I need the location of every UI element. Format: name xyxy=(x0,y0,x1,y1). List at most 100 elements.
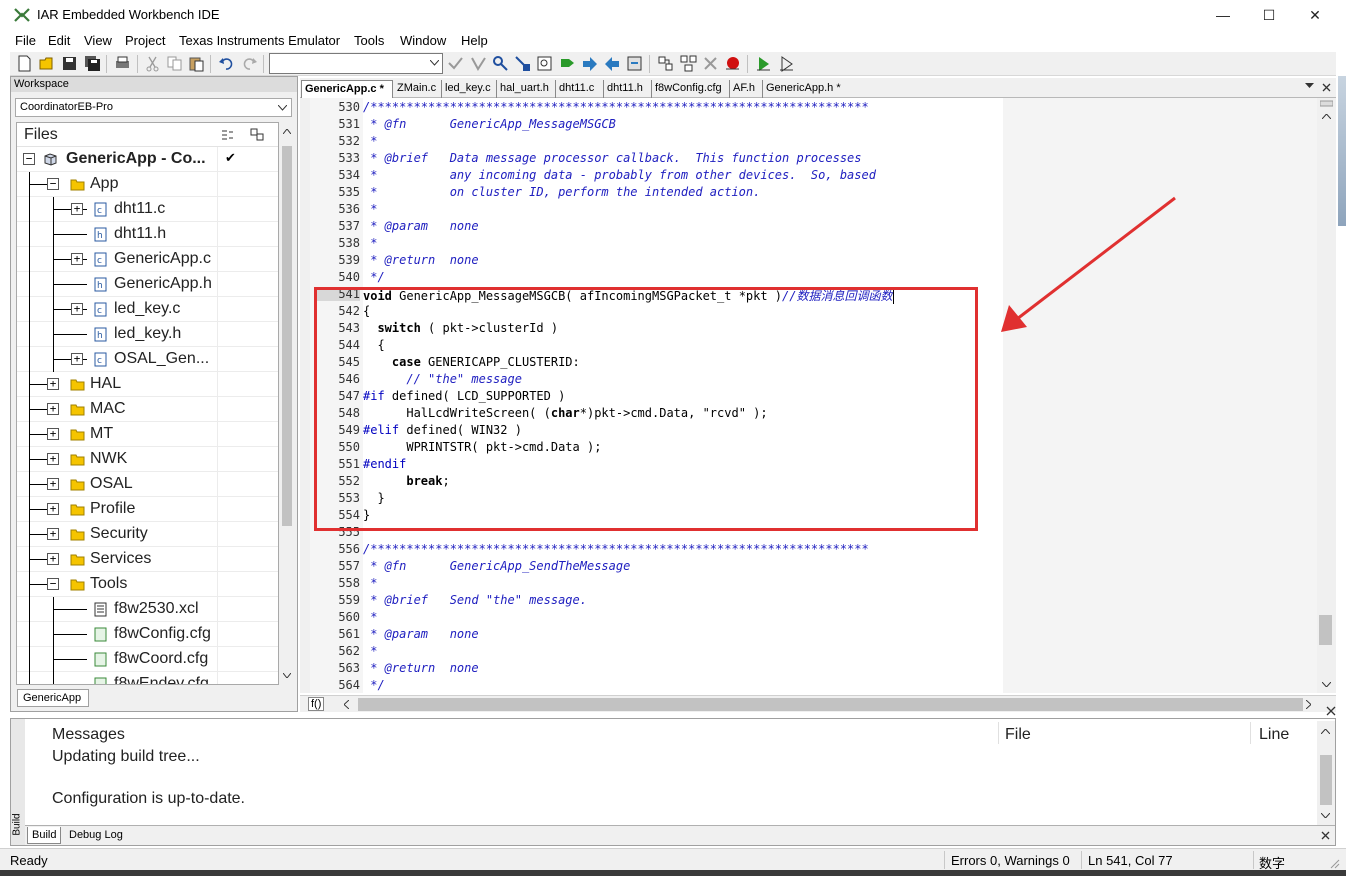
make-icon[interactable] xyxy=(680,55,697,72)
tree-item-tools[interactable]: − Tools xyxy=(17,572,278,597)
messages-scrollbar[interactable] xyxy=(1317,721,1335,825)
tree-item-dht11-h[interactable]: h dht11.h xyxy=(17,222,278,247)
collapse-icon[interactable]: − xyxy=(23,153,35,165)
expand-icon[interactable]: + xyxy=(71,353,83,365)
tree-item-genericapp-h[interactable]: h GenericApp.h xyxy=(17,272,278,297)
tab-debug-log[interactable]: Debug Log xyxy=(65,827,127,844)
close-panel-icon[interactable] xyxy=(1321,831,1330,840)
tree-item-f8wcoord-cfg[interactable]: f8wCoord.cfg xyxy=(17,647,278,672)
scroll-right-icon[interactable] xyxy=(1306,700,1311,709)
goto-bookmark-icon[interactable] xyxy=(470,55,487,72)
paste-icon[interactable] xyxy=(188,55,205,72)
tab-led-key-c[interactable]: led_key.c xyxy=(442,80,497,98)
tree-item-mt[interactable]: + MT xyxy=(17,422,278,447)
tree-item-f8w2530-xcl[interactable]: f8w2530.xcl xyxy=(17,597,278,622)
tree-item-mac[interactable]: + MAC xyxy=(17,397,278,422)
find-combo[interactable] xyxy=(269,53,443,74)
editor-vertical-scrollbar[interactable] xyxy=(1317,98,1336,693)
tree-item-f8wconfig-cfg[interactable]: f8wConfig.cfg xyxy=(17,622,278,647)
tab-hal-uart-h[interactable]: hal_uart.h xyxy=(497,80,556,98)
download-debug-icon[interactable] xyxy=(755,55,772,72)
expand-icon[interactable]: + xyxy=(47,553,59,565)
save-icon[interactable] xyxy=(61,55,78,72)
scroll-up-icon[interactable] xyxy=(283,129,291,134)
messages-column-header[interactable]: Messages xyxy=(52,726,125,744)
configuration-select[interactable]: CoordinatorEB-Pro xyxy=(15,98,292,117)
menu-tools[interactable]: Tools xyxy=(354,33,384,48)
scroll-up-icon[interactable] xyxy=(1321,729,1330,734)
menu-ti-emulator[interactable]: Texas Instruments Emulator xyxy=(179,33,340,48)
tree-item-app[interactable]: − App xyxy=(17,172,278,197)
goto-line-icon[interactable] xyxy=(536,55,553,72)
tab-build[interactable]: Build xyxy=(27,827,62,844)
tree-item-dht11-c[interactable]: + c dht11.c xyxy=(17,197,278,222)
scroll-thumb[interactable] xyxy=(282,146,292,526)
cut-icon[interactable] xyxy=(144,55,161,72)
menu-project[interactable]: Project xyxy=(125,33,165,48)
function-list-button[interactable]: f() xyxy=(308,697,325,711)
undo-icon[interactable] xyxy=(218,55,235,72)
expand-icon[interactable]: + xyxy=(71,303,83,315)
editor-horizontal-scrollbar[interactable]: f() xyxy=(300,695,1336,712)
compile-icon[interactable] xyxy=(657,55,674,72)
maximize-button[interactable]: ☐ xyxy=(1246,0,1292,30)
print-icon[interactable] xyxy=(114,55,131,72)
navigate-back-icon[interactable] xyxy=(604,55,621,72)
expand-icon[interactable]: + xyxy=(47,478,59,490)
redo-icon[interactable] xyxy=(241,55,258,72)
resize-grip-icon[interactable] xyxy=(1328,857,1340,869)
tab-dht11-c[interactable]: dht11.c xyxy=(556,80,604,98)
toggle-bookmark-icon[interactable] xyxy=(447,55,464,72)
tree-item-nwk[interactable]: + NWK xyxy=(17,447,278,472)
close-button[interactable]: ✕ xyxy=(1292,0,1338,30)
collapse-icon[interactable]: − xyxy=(47,578,59,590)
menu-help[interactable]: Help xyxy=(461,33,488,48)
tree-item-security[interactable]: + Security xyxy=(17,522,278,547)
tree-item-led-key-c[interactable]: + c led_key.c xyxy=(17,297,278,322)
scroll-down-icon[interactable] xyxy=(283,673,291,678)
menu-edit[interactable]: Edit xyxy=(48,33,70,48)
find-icon[interactable] xyxy=(492,55,509,72)
tree-item-f8wendev-cfg[interactable]: f8wEndev.cfg xyxy=(17,672,278,684)
tab-dht11-h[interactable]: dht11.h xyxy=(604,80,652,98)
tree-item-led-key-h[interactable]: h led_key.h xyxy=(17,322,278,347)
expand-icon[interactable]: + xyxy=(47,403,59,415)
scroll-left-icon[interactable] xyxy=(344,700,349,709)
scroll-down-icon[interactable] xyxy=(1321,813,1330,818)
chevron-down-icon[interactable] xyxy=(430,60,439,66)
expand-icon[interactable]: + xyxy=(47,528,59,540)
breakpoint-gutter[interactable] xyxy=(300,98,310,693)
scroll-down-icon[interactable] xyxy=(1322,682,1331,687)
save-all-icon[interactable] xyxy=(84,55,101,72)
scroll-thumb[interactable] xyxy=(1320,755,1332,805)
copy-icon[interactable] xyxy=(166,55,183,72)
line-column-header[interactable]: Line xyxy=(1259,726,1289,744)
tree-item-profile[interactable]: + Profile xyxy=(17,497,278,522)
menu-view[interactable]: View xyxy=(84,33,112,48)
chevron-down-icon[interactable] xyxy=(278,105,287,111)
tree-item-genericapp-c[interactable]: + c GenericApp.c xyxy=(17,247,278,272)
tab-f8wconfig-cfg[interactable]: f8wConfig.cfg xyxy=(652,80,730,98)
options-column-icon[interactable] xyxy=(221,129,235,141)
tab-list-icon[interactable] xyxy=(1305,83,1314,89)
tab-zmain-c[interactable]: ZMain.c xyxy=(394,80,442,98)
expand-icon[interactable]: + xyxy=(47,453,59,465)
file-column-header[interactable]: File xyxy=(1005,726,1031,744)
tree-item-services[interactable]: + Services xyxy=(17,547,278,572)
tree-item-osal-gen[interactable]: + c OSAL_Gen... xyxy=(17,347,278,372)
close-editor-pane-icon[interactable] xyxy=(1326,706,1336,716)
scroll-thumb[interactable] xyxy=(358,698,1303,711)
navigate-forward-icon[interactable] xyxy=(581,55,598,72)
tree-item-osal[interactable]: + OSAL xyxy=(17,472,278,497)
minimize-button[interactable]: — xyxy=(1200,0,1246,30)
next-arrow-icon[interactable] xyxy=(559,55,576,72)
menu-file[interactable]: File xyxy=(15,33,36,48)
split-handle-icon[interactable] xyxy=(1320,100,1333,108)
tab-genericapp-h[interactable]: GenericApp.h * xyxy=(763,80,843,98)
expand-icon[interactable]: + xyxy=(71,203,83,215)
tab-af-h[interactable]: AF.h xyxy=(730,80,763,98)
build-status-column-icon[interactable] xyxy=(250,128,264,141)
breakpoint-icon[interactable] xyxy=(724,55,741,72)
tree-item-genericapp-co[interactable]: − GenericApp - Co... ✔ xyxy=(17,147,278,172)
new-file-icon[interactable] xyxy=(16,55,33,72)
